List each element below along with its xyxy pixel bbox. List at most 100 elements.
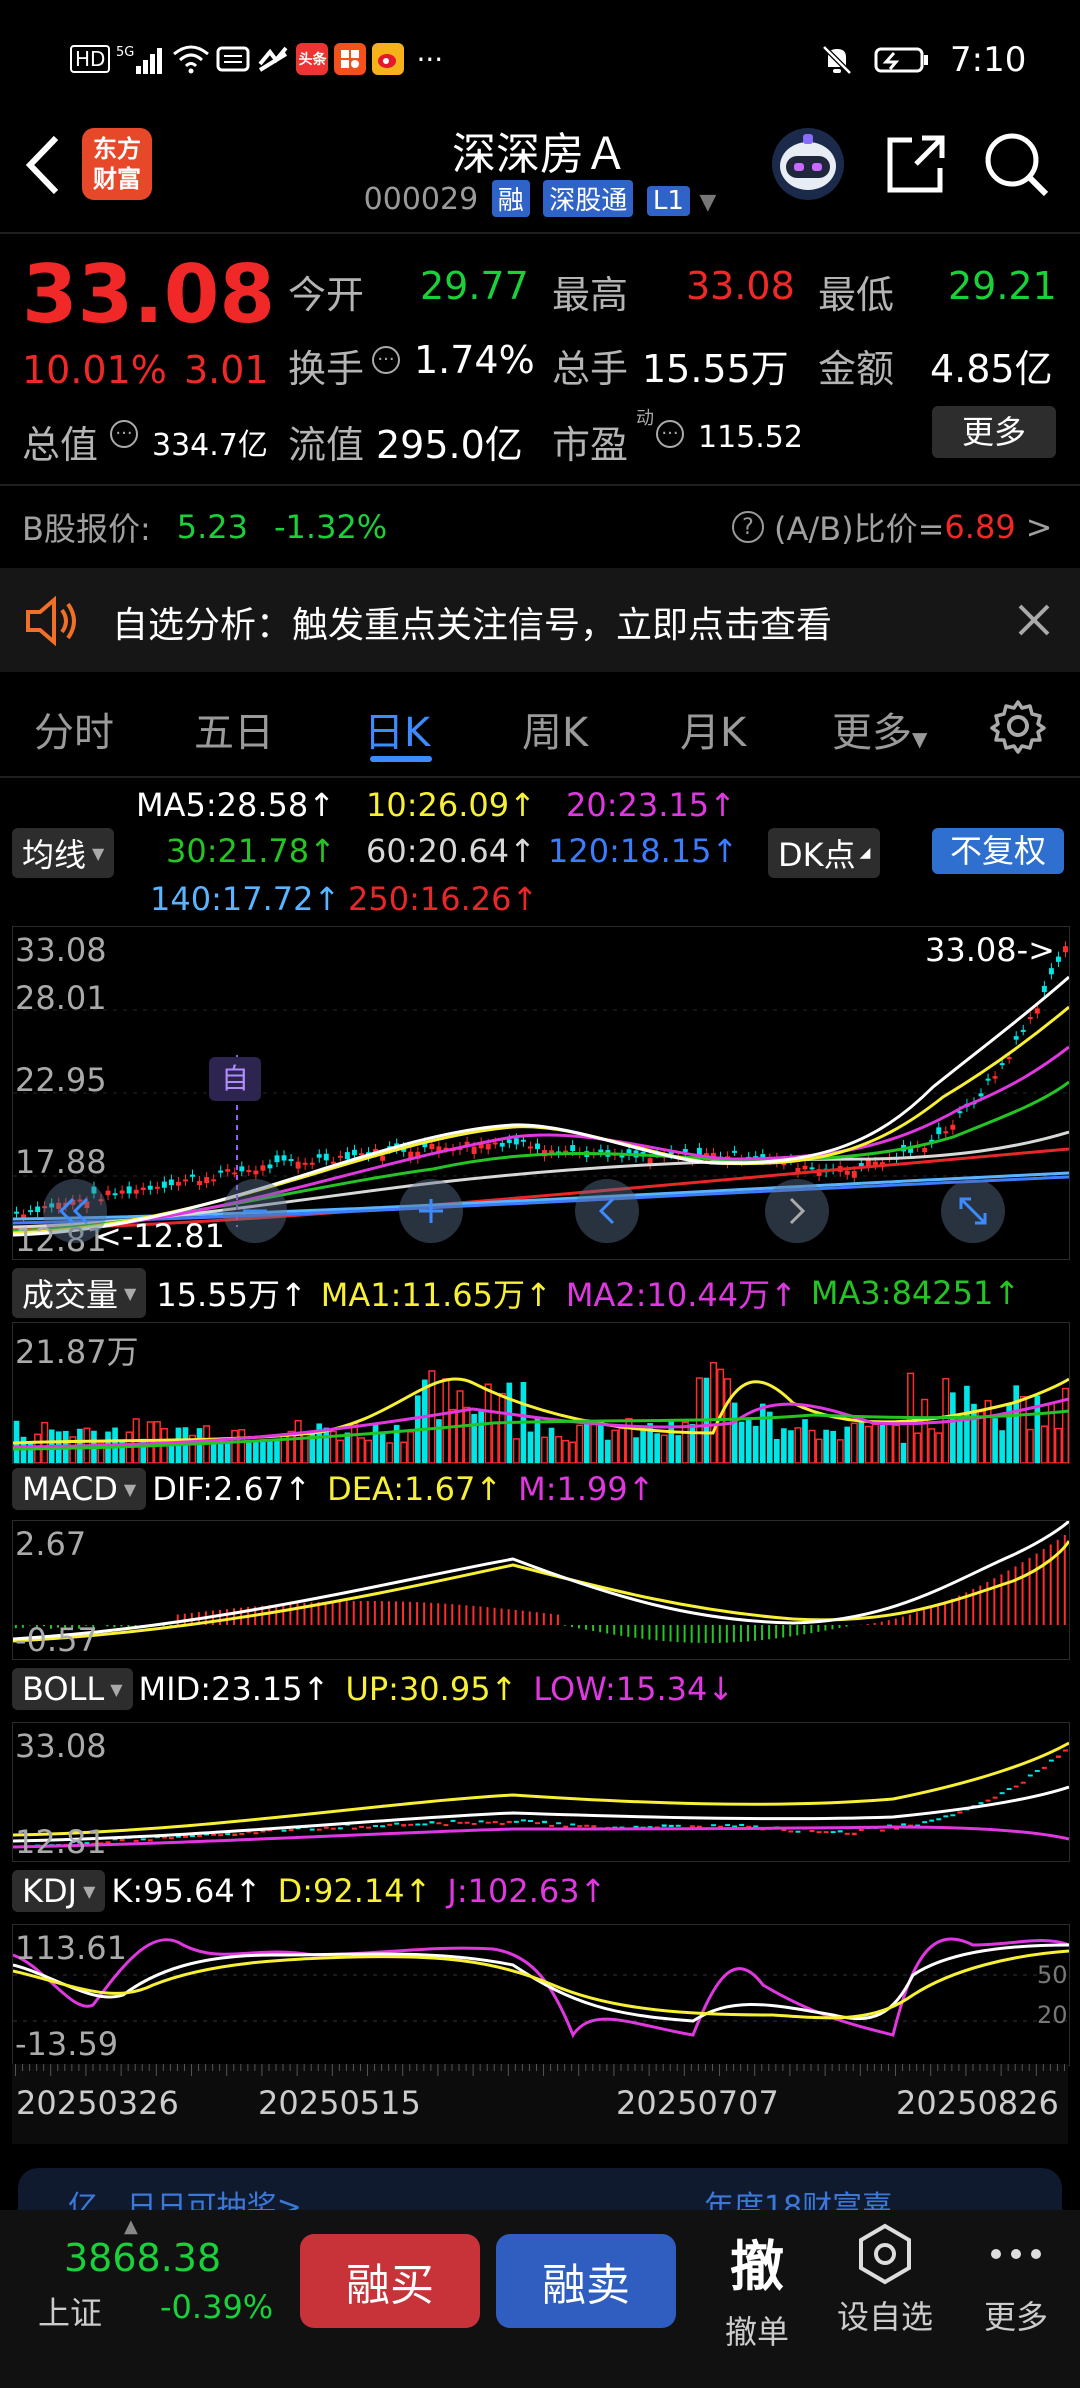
kline-y4: 17.88 [15, 1143, 107, 1181]
tab-daily-k[interactable]: 日K [364, 700, 430, 758]
more-quote-button[interactable]: 更多 [932, 406, 1056, 458]
volume-current: 15.55万↑ [156, 1276, 307, 1314]
volume-dropdown[interactable]: 成交量 ▼ [12, 1268, 147, 1318]
cancel-order-button[interactable]: 撤 撤单 [712, 2222, 802, 2362]
dropdown-icon: ▼ [124, 1283, 137, 1303]
expand-icon [959, 1197, 987, 1225]
kdj-j: J:102.63↑ [447, 1872, 607, 1910]
boll-candle [1041, 1766, 1047, 1769]
index-value: 3868.38 [64, 2236, 222, 2280]
help-icon: ? [732, 511, 764, 543]
self-marker[interactable]: 自 [209, 1057, 261, 1101]
ma-dropdown[interactable]: 均线 ▼ [12, 828, 115, 878]
tab-monthly-k[interactable]: 月K [680, 700, 746, 758]
volume-bar [449, 1408, 457, 1463]
speaker-icon [26, 596, 76, 646]
share-button[interactable] [880, 128, 952, 200]
dk-point-dropdown[interactable]: DK点 ◢ [768, 828, 881, 878]
volume-bar [654, 1433, 660, 1463]
macd-y-bottom: -0.57 [15, 1621, 98, 1659]
promo-ticker[interactable]: 亿...日日可抽奖> 年度18财富嘉... [18, 2168, 1062, 2210]
scroll-left-fast-button[interactable] [43, 1179, 107, 1243]
volume-bar [323, 1427, 330, 1463]
kline-panel[interactable]: 33.08 28.01 22.95 17.88 12.81 33.08-> <-… [12, 926, 1070, 1260]
boll-candle [1055, 1755, 1061, 1758]
volume-bar [738, 1421, 745, 1463]
volume-panel[interactable]: 21.87万 [12, 1322, 1070, 1464]
dropdown-icon: ▼ [912, 727, 928, 751]
boll-candle [711, 1824, 716, 1827]
mute-icon [820, 43, 854, 77]
zoom-out-button[interactable] [223, 1179, 287, 1243]
boll-candle [140, 1838, 146, 1841]
volume-dropdown-label: 成交量 [22, 1276, 119, 1314]
index-widget[interactable]: ▲ 3868.38 上证 -0.39% [20, 2216, 280, 2346]
volume-bar [576, 1424, 584, 1463]
pe-value: 115.52 [698, 420, 803, 455]
boll-candle [281, 1829, 287, 1832]
volume-bar [1040, 1425, 1048, 1463]
ma250-legend: 250:16.26↑ [348, 880, 539, 918]
margin-sell-button[interactable]: 融卖 [496, 2234, 676, 2328]
boll-candle [922, 1821, 928, 1824]
volume-bar [498, 1392, 506, 1463]
boll-candle [957, 1811, 963, 1814]
kdj-level-20: 20 [1037, 2001, 1068, 2029]
tab-5day[interactable]: 五日 [194, 700, 274, 758]
battery-icon [874, 45, 930, 75]
pe-info-icon[interactable]: ··· [656, 420, 684, 448]
kdj-dropdown[interactable]: KDJ ▼ [12, 1870, 106, 1912]
turnover-label: 换手 [288, 347, 365, 391]
macd-panel[interactable]: 2.67 -0.57 [12, 1520, 1070, 1660]
fuquan-button[interactable]: 不复权 [932, 828, 1064, 874]
kdj-panel[interactable]: 113.61 -13.59 50 20 [12, 1924, 1070, 2066]
robot-assistant-button[interactable] [770, 124, 846, 204]
boll-candle [471, 1822, 477, 1825]
tab-intraday[interactable]: 分时 [34, 700, 114, 758]
chevron-left-icon [598, 1197, 615, 1225]
latest-price-label: 33.08-> [925, 931, 1055, 969]
watchlist-icon [859, 2223, 911, 2285]
tab-more[interactable]: 更多▼ [832, 700, 927, 758]
search-button[interactable] [980, 128, 1052, 200]
volume-bar [731, 1402, 738, 1463]
mktcap-info-icon[interactable]: ··· [110, 420, 138, 448]
volume-bar [294, 1419, 302, 1463]
promo-ticker-left: 亿...日日可抽奖> [68, 2190, 302, 2210]
add-watchlist-button[interactable]: 设自选 [830, 2222, 940, 2362]
svg-text:5G: 5G [116, 45, 134, 60]
index-change: -0.39% [160, 2288, 274, 2326]
chart-settings-button[interactable] [990, 698, 1046, 754]
robot-icon [772, 128, 844, 200]
ab-ratio-row[interactable]: ? (A/B)比价= 6.89 > [732, 504, 1052, 550]
volume-bar [491, 1421, 499, 1463]
volume-bar [238, 1429, 246, 1463]
code-dropdown-icon: ▼ [699, 190, 717, 215]
gear-icon [990, 700, 1046, 754]
dropdown-icon: ▼ [123, 1479, 137, 1499]
dropdown-icon: ▼ [110, 1679, 123, 1699]
volume-bar [864, 1425, 872, 1463]
volume-bar [224, 1441, 231, 1463]
tab-weekly-k[interactable]: 周K [522, 700, 588, 758]
boll-candle [535, 1822, 540, 1825]
scroll-right-button[interactable] [765, 1179, 829, 1243]
tab-more-label: 更多 [832, 710, 912, 756]
volume-bar [957, 1415, 963, 1463]
turnover-info-icon[interactable]: ··· [372, 346, 400, 374]
more-actions-button[interactable]: 更多 [966, 2222, 1066, 2362]
zoom-in-button[interactable] [399, 1179, 463, 1243]
volume-bar [992, 1418, 998, 1463]
volume-bar [196, 1428, 203, 1463]
date-ticks [15, 2064, 1065, 2076]
boll-dropdown[interactable]: BOLL ▼ [12, 1668, 133, 1710]
fullscreen-button[interactable] [941, 1179, 1005, 1243]
margin-buy-button[interactable]: 融买 [300, 2234, 480, 2328]
macd-dropdown[interactable]: MACD ▼ [12, 1468, 147, 1510]
volume-bar [935, 1432, 943, 1463]
alert-close-button[interactable] [1012, 598, 1056, 642]
scroll-left-button[interactable] [575, 1179, 639, 1243]
boll-panel[interactable]: 33.08 12.81 [12, 1722, 1070, 1862]
alert-banner[interactable]: 自选分析：触发重点关注信号，立即点击查看 [0, 568, 1080, 672]
volume-bar [463, 1406, 471, 1463]
